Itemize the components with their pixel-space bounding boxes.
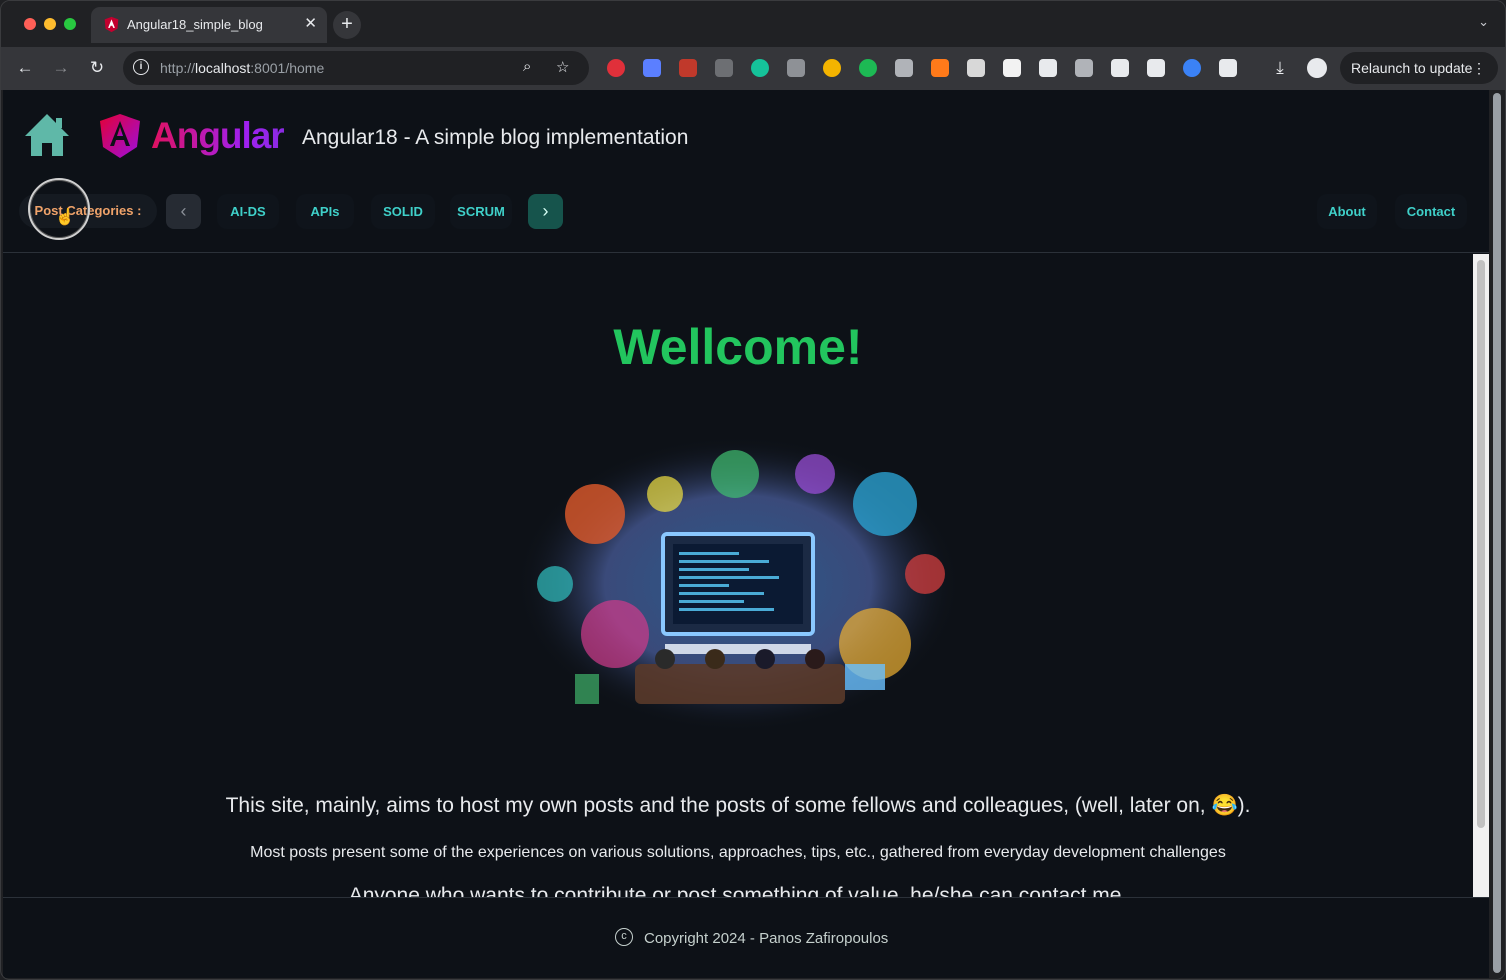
close-tab-icon[interactable]: ✕ — [304, 14, 317, 32]
hand-cursor-icon: ☝ — [55, 209, 75, 226]
url-text[interactable]: http://localhost:8001/home — [160, 60, 324, 76]
puzzle-extensions-icon[interactable] — [1219, 59, 1237, 77]
grammarly-icon[interactable] — [751, 59, 769, 77]
welcome-heading: Wellcome! — [613, 319, 863, 375]
extension-cat-icon[interactable] — [1111, 59, 1129, 77]
angular-logo-icon — [100, 114, 140, 158]
angular-favicon-icon — [104, 16, 119, 33]
color-picker-icon[interactable] — [823, 59, 841, 77]
tab-strip: Angular18_simple_blog ✕ + ⌄ — [1, 1, 1505, 47]
category-solid[interactable]: SOLID — [371, 194, 435, 229]
forward-arrow-icon[interactable]: → — [48, 55, 74, 81]
category-apis[interactable]: APIs — [296, 194, 354, 229]
main-content: Wellcome! This site, mainly, aims to hos… — [3, 254, 1473, 897]
tab-title: Angular18_simple_blog — [127, 17, 263, 32]
copyright-text: Copyright 2024 - Panos Zafiropoulos — [644, 930, 889, 947]
site-title: Angular18 - A simple blog implementation — [302, 126, 689, 149]
category-scrum[interactable]: SCRUM — [450, 194, 512, 229]
contact-link[interactable]: Contact — [1395, 194, 1467, 229]
address-bar[interactable]: i http://localhost:8001/home ⌕ ☆ — [123, 51, 589, 85]
adblock-plus-icon[interactable] — [607, 59, 625, 77]
extension-flame-icon[interactable] — [931, 59, 949, 77]
copyright-icon: c — [615, 928, 633, 946]
medium-icon[interactable] — [1003, 59, 1021, 77]
new-tab-button[interactable]: + — [333, 11, 361, 39]
categories-next-button[interactable]: › — [528, 194, 563, 229]
angular-wordmark: Angular — [151, 115, 285, 156]
menu-dots-icon: ⋮ — [1472, 60, 1486, 76]
site-footer: c Copyright 2024 - Panos Zafiropoulos — [3, 897, 1489, 978]
page-scrollbar-thumb[interactable] — [1493, 93, 1501, 973]
browser-window: Angular18_simple_blog ✕ + ⌄ ← → ↻ i http… — [0, 0, 1506, 980]
extension-square-icon[interactable] — [643, 59, 661, 77]
close-window-button[interactable] — [24, 18, 36, 30]
extension-pdf-icon[interactable] — [679, 59, 697, 77]
intro-line-1: This site, mainly, aims to host my own p… — [225, 794, 1251, 817]
download-icon[interactable]: ⤓ — [1267, 55, 1293, 81]
about-link[interactable]: About — [1317, 194, 1377, 229]
hero-illustration — [516, 436, 960, 732]
extension-arrow-icon[interactable] — [715, 59, 733, 77]
extension-green-icon[interactable] — [859, 59, 877, 77]
reload-icon[interactable]: ↻ — [84, 55, 110, 81]
extension-image-icon[interactable] — [967, 59, 985, 77]
tab-search-chevron-icon[interactable]: ⌄ — [1478, 14, 1489, 30]
extension-circle-icon[interactable] — [787, 59, 805, 77]
intro-line-2: Most posts present some of the experienc… — [250, 844, 1226, 861]
categories-prev-button[interactable]: ‹ — [166, 194, 201, 229]
browser-toolbar: ← → ↻ i http://localhost:8001/home ⌕ ☆ ⤓… — [1, 47, 1505, 90]
profile-avatar-icon[interactable] — [1307, 58, 1327, 78]
maximize-window-button[interactable] — [64, 18, 76, 30]
home-icon[interactable] — [23, 112, 71, 158]
category-ai-ds[interactable]: AI-DS — [217, 194, 279, 229]
extension-moon-icon[interactable] — [1147, 59, 1165, 77]
extension-blue-icon[interactable] — [1183, 59, 1201, 77]
bookmark-star-icon[interactable]: ☆ — [556, 58, 569, 76]
site-header: Angular Angular18 - A simple blog implem… — [3, 90, 1489, 253]
back-arrow-icon[interactable]: ← — [12, 55, 38, 81]
extension-window-icon[interactable] — [1075, 59, 1093, 77]
relaunch-button[interactable]: Relaunch to update ⋮ — [1340, 52, 1498, 84]
intro-line-3: Anyone who wants to contribute or post s… — [348, 884, 1128, 897]
zoom-icon[interactable]: ⌕ — [523, 58, 531, 75]
extension-glasses-icon[interactable] — [895, 59, 913, 77]
minimize-window-button[interactable] — [44, 18, 56, 30]
markdown-icon[interactable] — [1039, 59, 1057, 77]
relaunch-label: Relaunch to update — [1351, 60, 1473, 76]
site-info-icon[interactable]: i — [133, 59, 149, 75]
browser-tab[interactable]: Angular18_simple_blog ✕ — [91, 7, 327, 43]
page-viewport: Angular Angular18 - A simple blog implem… — [3, 90, 1489, 978]
content-scrollbar-thumb[interactable] — [1477, 260, 1485, 828]
